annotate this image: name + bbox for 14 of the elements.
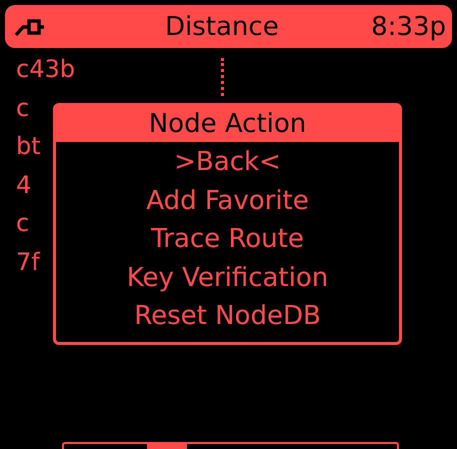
node-id[interactable]: 4 [16, 166, 32, 204]
menu-item[interactable]: Key Verification [126, 258, 328, 297]
node-id[interactable]: bt [16, 127, 41, 166]
menu-item[interactable]: Reset NodeDB [134, 297, 321, 336]
screen-title: Distance [165, 12, 279, 42]
menu-title: Node Action [56, 106, 399, 142]
menu-item[interactable]: Trace Route [151, 220, 304, 258]
node-id[interactable]: c [16, 88, 30, 127]
node-id[interactable]: 7f [16, 242, 40, 281]
node-id[interactable]: c43b [16, 50, 75, 88]
node-id[interactable]: c [16, 204, 30, 242]
clock-time: 8:33p [371, 12, 446, 42]
menu-item[interactable]: Add Favorite [146, 182, 309, 220]
menu-item[interactable]: >Back< [174, 143, 281, 182]
